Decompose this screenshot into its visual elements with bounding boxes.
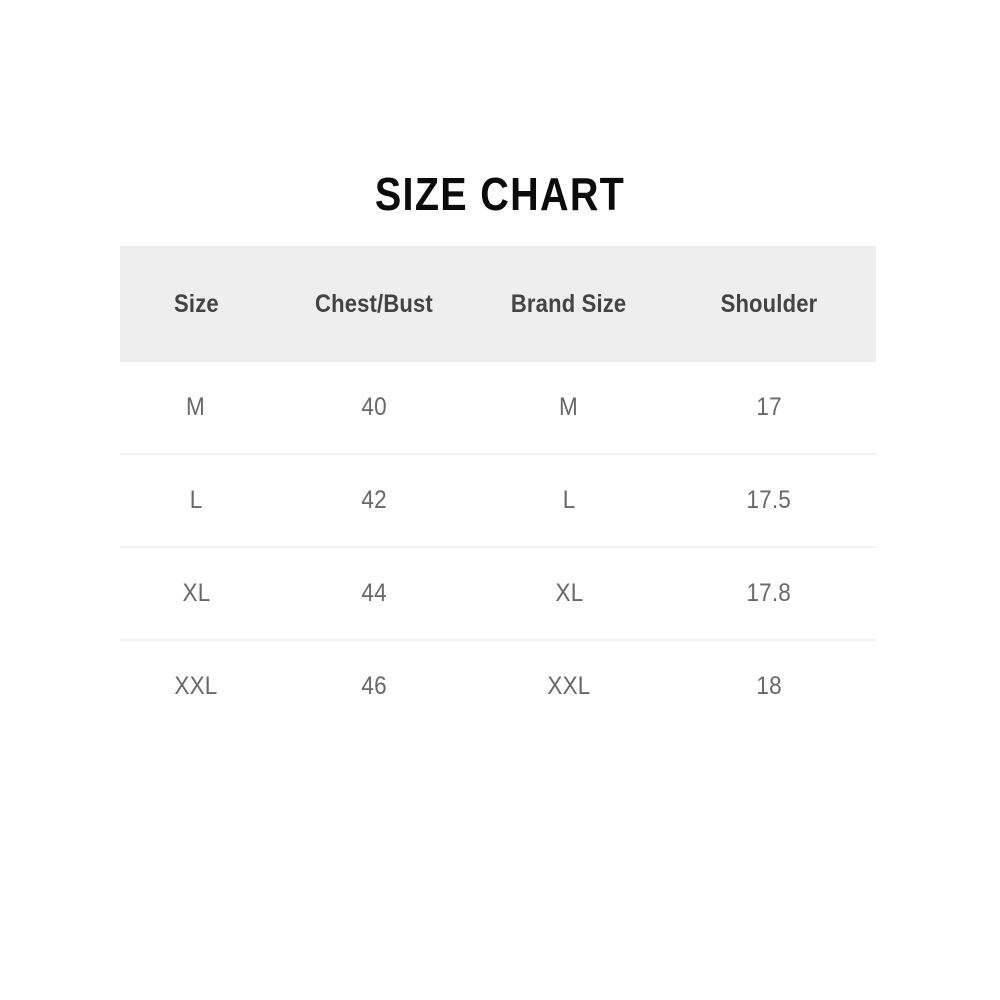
cell-brand-size: M xyxy=(476,362,662,454)
column-header-size: Size xyxy=(120,246,272,362)
column-header-shoulder: Shoulder xyxy=(662,246,876,362)
column-header-brand-size-label: Brand Size xyxy=(511,289,627,318)
cell-brand-size-value: M xyxy=(559,393,579,421)
cell-chest-bust: 44 xyxy=(272,546,476,640)
cell-brand-size: XL xyxy=(476,546,662,640)
cell-size-value: XL xyxy=(182,579,210,607)
column-header-brand-size: Brand Size xyxy=(476,246,662,362)
cell-shoulder: 17 xyxy=(662,362,876,454)
column-header-size-label: Size xyxy=(173,289,219,318)
cell-chest-bust-value: 40 xyxy=(361,393,387,421)
cell-shoulder: 17.8 xyxy=(662,546,876,640)
column-header-chest-bust-label: Chest/Bust xyxy=(315,289,433,318)
table-row: XL 44 XL 17.8 xyxy=(120,546,876,640)
cell-shoulder-value: 17 xyxy=(756,393,782,421)
cell-brand-size-value: L xyxy=(562,486,576,514)
table-header-row: Size Chest/Bust Brand Size Shoulder xyxy=(120,246,876,362)
cell-chest-bust-value: 46 xyxy=(361,672,387,700)
cell-size: XL xyxy=(120,546,272,640)
table-header: Size Chest/Bust Brand Size Shoulder xyxy=(120,246,876,362)
cell-chest-bust-value: 42 xyxy=(361,486,387,514)
table-row: L 42 L 17.5 xyxy=(120,453,876,547)
cell-shoulder: 17.5 xyxy=(662,453,876,547)
page-title: SIZE CHART xyxy=(374,168,626,220)
cell-chest-bust: 42 xyxy=(272,453,476,547)
table-row: XXL 46 XXL 18 xyxy=(120,639,876,732)
size-chart-table-container: Size Chest/Bust Brand Size Shoulder M 40… xyxy=(120,246,876,732)
cell-chest-bust: 46 xyxy=(272,639,476,732)
size-chart-page: SIZE CHART Size Chest/Bust Brand Size Sh… xyxy=(0,0,1000,1000)
column-header-chest-bust: Chest/Bust xyxy=(272,246,476,362)
cell-shoulder: 18 xyxy=(662,639,876,732)
cell-chest-bust: 40 xyxy=(272,362,476,454)
cell-brand-size: XXL xyxy=(476,639,662,732)
cell-brand-size: L xyxy=(476,453,662,547)
cell-shoulder-value: 17.8 xyxy=(746,579,792,607)
cell-size-value: L xyxy=(189,486,203,514)
column-header-shoulder-label: Shoulder xyxy=(720,289,818,318)
table-row: M 40 M 17 xyxy=(120,362,876,454)
cell-size: M xyxy=(120,362,272,454)
cell-brand-size-value: XXL xyxy=(547,672,591,700)
cell-chest-bust-value: 44 xyxy=(361,579,387,607)
cell-shoulder-value: 17.5 xyxy=(746,486,792,514)
cell-shoulder-value: 18 xyxy=(756,672,782,700)
cell-size: L xyxy=(120,453,272,547)
cell-size-value: M xyxy=(186,393,206,421)
table-body: M 40 M 17 L 42 L 17.5 XL 44 XL 17.8 XXL … xyxy=(120,362,876,732)
size-chart-table: Size Chest/Bust Brand Size Shoulder M 40… xyxy=(120,246,876,732)
cell-brand-size-value: XL xyxy=(555,579,583,607)
cell-size: XXL xyxy=(120,639,272,732)
cell-size-value: XXL xyxy=(174,672,218,700)
